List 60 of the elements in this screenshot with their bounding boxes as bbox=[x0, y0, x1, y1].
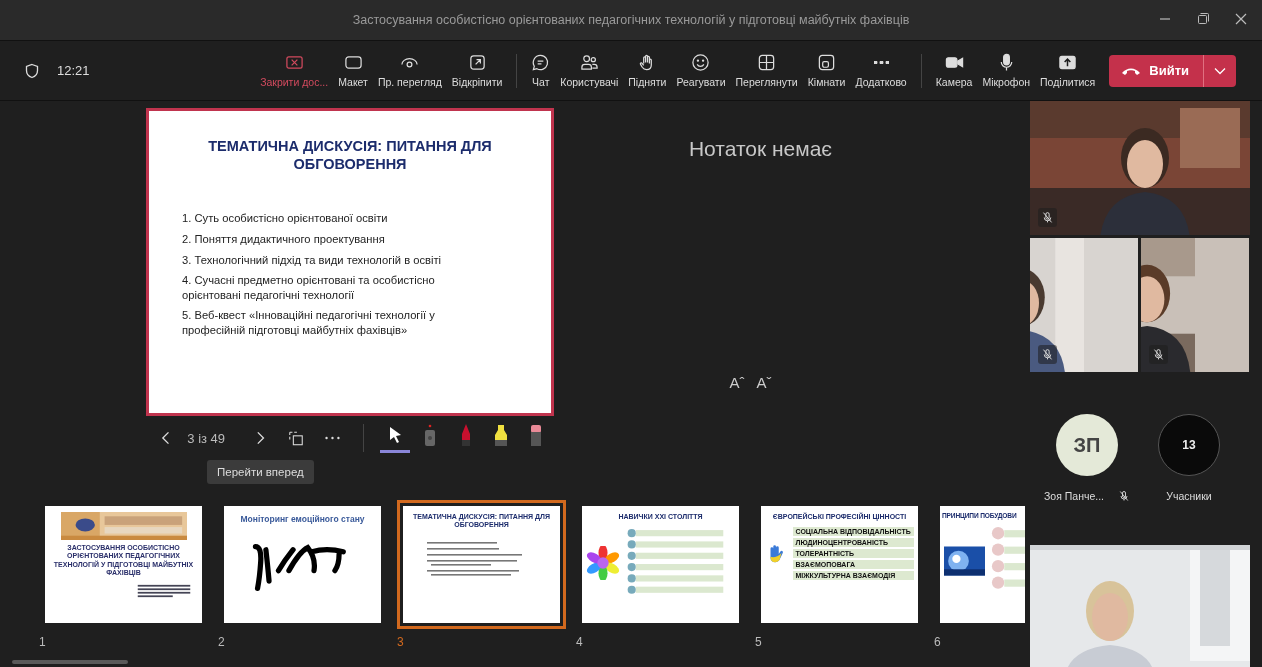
leave-button[interactable]: Вийти bbox=[1109, 54, 1203, 87]
font-size-button[interactable]: Aˆ bbox=[727, 374, 747, 391]
window-title: Застосування особистісно орієнтованих педагогічних технологій у підготовці майбутніх фахівців bbox=[352, 13, 910, 27]
shield-icon bbox=[24, 62, 40, 79]
toolbar-button[interactable]: Відкріпити bbox=[447, 53, 507, 88]
participants-label: Учасники bbox=[1166, 490, 1212, 502]
slide-number: 6 bbox=[934, 635, 942, 649]
toolbar-button[interactable]: Користувачі bbox=[556, 53, 623, 88]
flower-icon bbox=[585, 546, 620, 581]
toolbar-button[interactable]: Чат bbox=[527, 53, 555, 88]
next-icon[interactable] bbox=[255, 430, 267, 446]
avatar[interactable]: ЗП bbox=[1056, 414, 1118, 476]
font-size-button[interactable]: Aˇ bbox=[754, 374, 774, 391]
thumbnail-title: Моніторинг емоційного стану bbox=[240, 514, 365, 524]
toolbar-button[interactable]: Макет bbox=[334, 53, 372, 88]
toolbar-button[interactable]: Кімнати bbox=[803, 53, 850, 88]
slide-counter: 3 із 49 bbox=[187, 430, 226, 446]
share-icon bbox=[1058, 53, 1078, 72]
slide-list-item: 1. Суть особистісно орієнтованої освіти bbox=[182, 211, 389, 226]
toolbar-button[interactable]: Пр. перегляд bbox=[373, 53, 446, 88]
slide-number: 2 bbox=[218, 635, 226, 649]
toolbar-button[interactable]: Реагувати bbox=[672, 53, 730, 88]
rectangle-icon bbox=[343, 53, 363, 72]
caret-icon bbox=[1214, 66, 1226, 75]
toolbar-button[interactable]: Поділитися bbox=[1036, 53, 1100, 88]
toolbar-button[interactable]: Переглянути bbox=[731, 53, 802, 88]
slide-title: ТЕМАТИЧНА ДИСКУСІЯ: ПИТАННЯ ДЛЯ ОБГОВОРЕННЯ bbox=[207, 138, 493, 174]
toolbar-button[interactable]: Мікрофон bbox=[978, 53, 1035, 88]
toolbar-button[interactable]: Додатково bbox=[851, 53, 911, 88]
rooms-icon bbox=[817, 53, 837, 72]
participants-count-button[interactable]: 13 bbox=[1158, 414, 1220, 476]
smiley-icon bbox=[691, 53, 711, 72]
tooltip: Перейти вперед bbox=[207, 460, 314, 484]
people-icon bbox=[579, 53, 599, 72]
chat-icon bbox=[531, 53, 551, 72]
slide-number: 5 bbox=[755, 635, 763, 649]
slide-number: 1 bbox=[39, 635, 47, 649]
toolbar-button[interactable]: Закрити дос... bbox=[256, 53, 333, 88]
pop-out-icon bbox=[467, 53, 487, 72]
slide-list-item: 5. Веб-квест «Інноваційні педагогічні технології у професійній підготовці майбутніх фахівців» bbox=[182, 308, 436, 338]
previous-icon[interactable] bbox=[160, 430, 172, 446]
toolbar-button[interactable]: Камера bbox=[931, 53, 977, 88]
slide-list-item: 3. Технологічний підхід та види технологій в освіті bbox=[182, 252, 442, 268]
slide-number: 3 bbox=[397, 635, 405, 649]
participant-name: Зоя Панче... bbox=[1044, 490, 1105, 502]
scrollbar[interactable] bbox=[12, 660, 128, 664]
maximize-icon[interactable] bbox=[1196, 12, 1210, 26]
more-icon bbox=[873, 61, 889, 64]
muted-microphone-icon bbox=[1118, 490, 1131, 502]
meeting-time: 12:21 bbox=[57, 63, 90, 78]
toolbar-button[interactable]: Підняти bbox=[624, 53, 671, 88]
slide-number: 4 bbox=[576, 635, 584, 649]
close-icon[interactable] bbox=[1234, 12, 1248, 26]
more-icon[interactable] bbox=[324, 435, 342, 441]
no-notes-message: Нотаток немає bbox=[688, 137, 833, 161]
x-box-icon bbox=[284, 53, 304, 72]
slide-list-item: 2. Поняття дидактичного проектування bbox=[182, 231, 386, 247]
slides-overview-icon[interactable] bbox=[288, 429, 305, 447]
grid-icon bbox=[757, 53, 777, 72]
slide-list-item: 4. Сучасні предметно орієнтовані та особистісно орієнтовані педагогічні технології bbox=[182, 273, 436, 303]
